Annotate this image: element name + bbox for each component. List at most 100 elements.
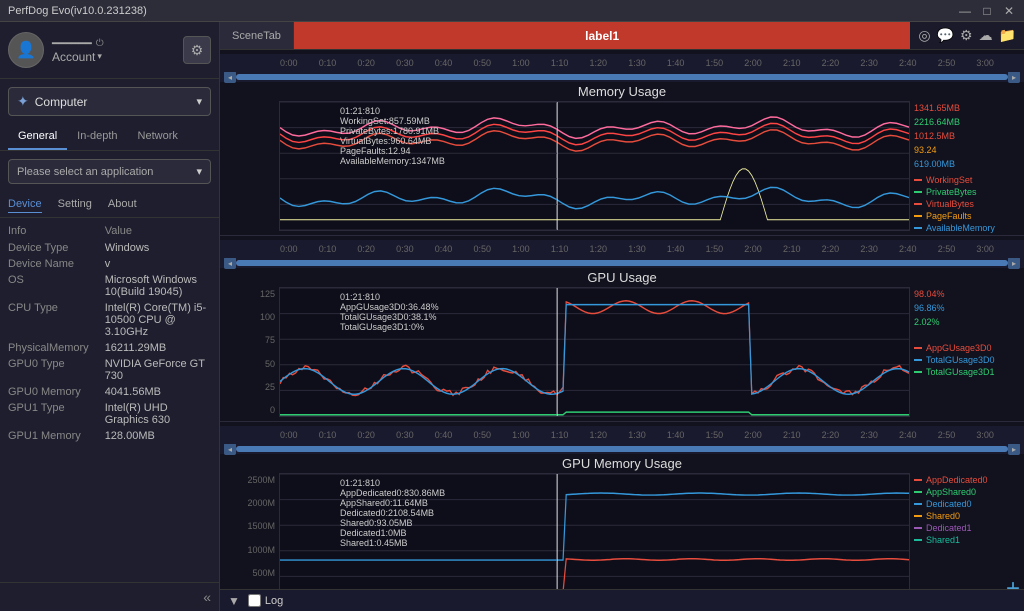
dtab-about[interactable]: About <box>108 196 137 213</box>
time-tick: 0:40 <box>435 58 453 68</box>
bottom-arrow-icon[interactable]: ▼ <box>228 594 240 608</box>
time-tick: 0:50 <box>473 58 491 68</box>
chart-right-value: 98.04% <box>914 289 1016 299</box>
minimize-button[interactable]: — <box>958 4 972 18</box>
scroll-right-2[interactable]: ▸ <box>1008 257 1020 269</box>
scroll-right-1[interactable]: ▸ <box>1008 71 1020 83</box>
chart-right-value: 93.24 <box>914 145 1016 155</box>
avatar: 👤 <box>8 32 44 68</box>
device-info-label: GPU1 Memory <box>0 428 97 444</box>
scrollbar-1[interactable]: ◂ ▸ <box>220 72 1024 82</box>
cloud-icon[interactable]: ☁ <box>979 27 993 44</box>
account-info: ━━━━━━ ⏻ Account ▾ <box>52 37 175 64</box>
scrollbar-2[interactable]: ◂ ▸ <box>220 258 1024 268</box>
time-tick: 0:20 <box>357 244 375 254</box>
scrollbar-3[interactable]: ◂ ▸ <box>220 444 1024 454</box>
memory-cursor <box>557 102 558 230</box>
scroll-left-1[interactable]: ◂ <box>224 71 236 83</box>
close-button[interactable]: ✕ <box>1002 4 1016 18</box>
time-tick: 1:10 <box>551 430 569 440</box>
computer-select[interactable]: ✦ Computer ▾ <box>8 87 211 116</box>
y-label: 1000M <box>247 545 275 555</box>
collapse-button[interactable]: « <box>203 589 211 605</box>
memory-usage-chart: 0:000:100:200:300:400:501:001:101:201:30… <box>220 50 1024 236</box>
gpu-mem-cursor <box>557 474 558 589</box>
device-table-row: GPU1 Memory128.00MB <box>0 428 219 444</box>
scroll-left-2[interactable]: ◂ <box>224 257 236 269</box>
time-tick: 3:00 <box>976 430 994 440</box>
legend-item: AppShared0 <box>914 487 1016 497</box>
log-checkbox-label[interactable]: Log <box>248 594 283 607</box>
scrollbar-track-3[interactable] <box>236 446 1008 452</box>
tab-general[interactable]: General <box>8 124 67 150</box>
gpu-memory-plot: 01:21:810AppDedicated0:830.86MBAppShared… <box>279 473 910 589</box>
scroll-left-3[interactable]: ◂ <box>224 443 236 455</box>
memory-legend: 1341.65MB2216.64MB1012.5MB93.24619.00MBW… <box>910 101 1020 231</box>
device-info-value: 128.00MB <box>97 428 219 444</box>
legend-item: Dedicated1 <box>914 523 1016 533</box>
folder-icon[interactable]: 📁 <box>999 27 1016 44</box>
computer-dropdown-icon: ▾ <box>196 95 202 108</box>
device-info-value: Microsoft Windows 10(Build 19045) <box>97 272 219 300</box>
dtab-setting[interactable]: Setting <box>58 196 92 213</box>
time-tick: 2:30 <box>860 430 878 440</box>
chart-right-value: 2216.64MB <box>914 117 1016 127</box>
device-info-label: Device Name <box>0 256 97 272</box>
time-tick: 1:40 <box>667 244 685 254</box>
time-tick: 0:00 <box>280 430 298 440</box>
tab-indepth[interactable]: In-depth <box>67 124 127 150</box>
legend-item: AppDedicated0 <box>914 475 1016 485</box>
settings-button[interactable]: ⚙ <box>183 36 211 64</box>
time-tick: 1:40 <box>667 430 685 440</box>
legend-color <box>914 347 922 349</box>
scroll-right-3[interactable]: ▸ <box>1008 443 1020 455</box>
device-info-label: GPU1 Type <box>0 400 97 428</box>
memory-usage-title: Memory Usage <box>220 82 1024 101</box>
tab-network[interactable]: Network <box>128 124 188 150</box>
sidebar: 👤 ━━━━━━ ⏻ Account ▾ ⚙ ✦ Computer ▾ <box>0 22 220 611</box>
power-icon[interactable]: ⏻ <box>96 38 104 49</box>
device-table-row: GPU1 TypeIntel(R) UHD Graphics 630 <box>0 400 219 428</box>
legend-item: PrivateBytes <box>914 187 1016 197</box>
legend-label: AppGUsage3D0 <box>926 343 992 353</box>
y-label: 100 <box>260 312 275 322</box>
scrollbar-track-2[interactable] <box>236 260 1008 266</box>
memory-chart-plot: 01:21:810WorkingSet:857.59MBPrivateBytes… <box>279 101 910 231</box>
legend-color <box>914 359 922 361</box>
legend-label: TotalGUsage3D0 <box>926 355 995 365</box>
y-label: 25 <box>265 382 275 392</box>
scrollbar-track-1[interactable] <box>236 74 1008 80</box>
time-tick: 0:10 <box>319 58 337 68</box>
legend-label: Dedicated1 <box>926 523 972 533</box>
memory-y-axis <box>224 101 279 231</box>
time-tick: 0:10 <box>319 244 337 254</box>
device-info-label: GPU0 Memory <box>0 384 97 400</box>
gpu-memory-title: GPU Memory Usage <box>220 454 1024 473</box>
legend-label: Shared0 <box>926 511 960 521</box>
app-select[interactable]: Please select an application ▾ <box>8 159 211 184</box>
scene-tab[interactable]: SceneTab <box>220 22 294 49</box>
add-chart-button[interactable]: + <box>1006 575 1020 589</box>
legend-item: TotalGUsage3D0 <box>914 355 1016 365</box>
time-axis-1: 0:000:100:200:300:400:501:001:101:201:30… <box>220 54 1024 72</box>
legend-item: Dedicated0 <box>914 499 1016 509</box>
maximize-button[interactable]: □ <box>980 4 994 18</box>
time-tick: 1:30 <box>628 244 646 254</box>
legend-item: PageFaults <box>914 211 1016 221</box>
target-icon[interactable]: ◎ <box>918 27 930 44</box>
time-tick: 2:40 <box>899 430 917 440</box>
time-tick: 0:00 <box>280 58 298 68</box>
value-col-header: Value <box>97 222 219 240</box>
settings-icon[interactable]: ⚙ <box>960 27 973 44</box>
log-checkbox[interactable] <box>248 594 261 607</box>
legend-color <box>914 203 922 205</box>
scrollbar-thumb-1 <box>236 74 1008 80</box>
legend-label: Dedicated0 <box>926 499 972 509</box>
legend-item: AvailableMemory <box>914 223 1016 233</box>
dtab-device[interactable]: Device <box>8 196 42 213</box>
chat-icon[interactable]: 💬 <box>937 27 954 44</box>
window-controls: — □ ✕ <box>958 4 1016 18</box>
device-table-row: Device TypeWindows <box>0 240 219 256</box>
device-info-value: Windows <box>97 240 219 256</box>
time-tick: 2:20 <box>822 430 840 440</box>
